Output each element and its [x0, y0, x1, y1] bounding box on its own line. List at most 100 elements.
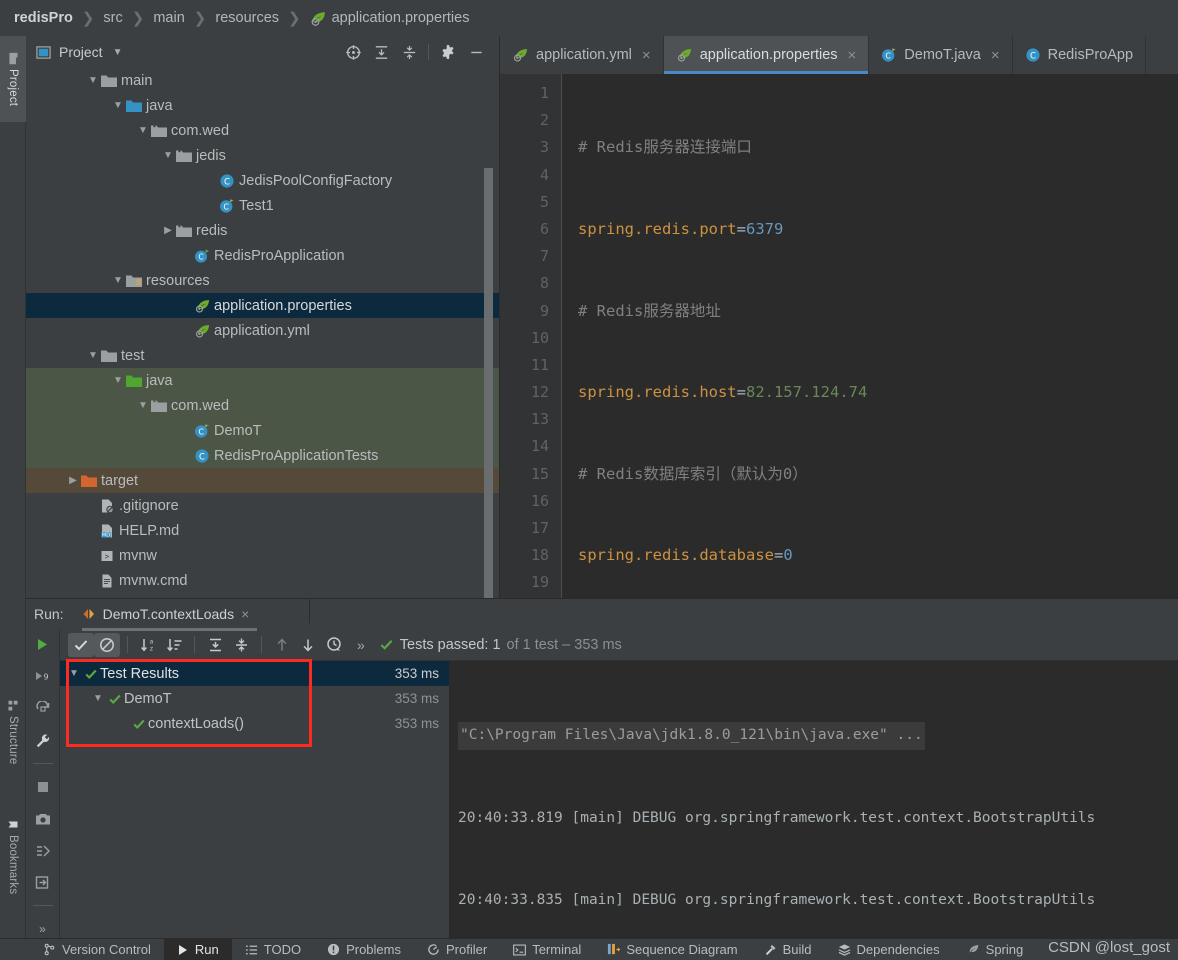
status-item-todo[interactable]: TODO — [232, 939, 314, 960]
hide-icon[interactable] — [467, 43, 485, 61]
tab-demot-java[interactable]: C DemoT.java × — [869, 36, 1013, 74]
tests-passed-status: Tests passed: 1 of 1 test – 353 ms — [379, 637, 622, 653]
status-item-spring[interactable]: Spring — [953, 939, 1037, 960]
console-output[interactable]: "C:\Program Files\Java\jdk1.8.0_121\bin\… — [450, 661, 1178, 938]
export-icon[interactable] — [33, 873, 53, 892]
chevron-down-icon[interactable]: ▼ — [66, 668, 82, 679]
tree-node-java-test[interactable]: ▼ java — [26, 368, 499, 393]
tree-label: com.wed — [171, 397, 230, 414]
chevron-down-icon[interactable]: ▼ — [113, 47, 123, 58]
project-tree-scrollbar[interactable] — [484, 168, 493, 598]
sort-by-duration-icon[interactable] — [161, 633, 187, 657]
prev-failed-icon[interactable] — [269, 633, 295, 657]
breadcrumb-item-file[interactable]: application.properties — [332, 10, 470, 26]
chevron-right-icon[interactable]: ▶ — [161, 225, 175, 236]
status-item-sequence-diagram[interactable]: Sequence Diagram — [594, 939, 750, 960]
sort-alphabetically-icon[interactable]: az — [135, 633, 161, 657]
camera-icon[interactable] — [33, 809, 53, 828]
tree-node-mvnw[interactable]: ▶ > mvnw — [26, 543, 499, 568]
expand-all-icon[interactable] — [372, 43, 390, 61]
tab-application-properties[interactable]: application.properties × — [663, 36, 870, 74]
rerun-icon[interactable] — [33, 635, 53, 654]
tree-node-package-comwed[interactable]: ▼ com.wed — [26, 118, 499, 143]
close-all-icon[interactable] — [33, 841, 53, 860]
breadcrumb-item-main[interactable]: main — [153, 10, 184, 26]
more-icon[interactable]: » — [33, 919, 53, 938]
tree-node-class-redisproapplicationtests[interactable]: ▶ C RedisProApplicationTests — [26, 443, 499, 468]
next-failed-icon[interactable] — [295, 633, 321, 657]
status-item-profiler[interactable]: Profiler — [414, 939, 500, 960]
status-item-dependencies[interactable]: Dependencies — [825, 939, 953, 960]
tree-node-package-jedis[interactable]: ▼ jedis — [26, 143, 499, 168]
tree-node-target[interactable]: ▶ target — [26, 468, 499, 493]
test-node-contextloads[interactable]: ▼ contextLoads() 353 ms — [60, 711, 449, 736]
restart-icon[interactable] — [33, 699, 53, 718]
tree-label: test — [121, 347, 145, 364]
close-icon[interactable]: × — [991, 47, 1000, 64]
tab-application-yml[interactable]: application.yml × — [500, 36, 664, 74]
tree-node-class-test1[interactable]: ▶ C Test1 — [26, 193, 499, 218]
tree-node-java-main[interactable]: ▼ java — [26, 93, 499, 118]
project-tree[interactable]: ▼ main ▼ java ▼ com.wed ▼ jedis C JedisP… — [26, 68, 499, 598]
tree-node-package-redis[interactable]: ▶ redis — [26, 218, 499, 243]
stop-icon[interactable] — [33, 777, 53, 796]
show-passed-icon[interactable] — [68, 632, 94, 657]
status-item-version-control[interactable]: Version Control — [30, 939, 164, 960]
tree-node-package-comwed-test[interactable]: ▼ com.wed — [26, 393, 499, 418]
chevron-down-icon[interactable]: ▼ — [86, 75, 100, 86]
chevron-down-icon[interactable]: ▼ — [90, 693, 106, 704]
code-editor[interactable]: 1 2 3 4 5 6 7 8 9 10 11 12 13 14 15 16 1… — [500, 74, 1178, 598]
more-icon[interactable]: » — [347, 637, 375, 653]
rerun-failed-tests-icon[interactable]: 9 — [33, 667, 53, 686]
test-history-icon[interactable] — [321, 633, 347, 657]
close-icon[interactable]: × — [848, 47, 857, 64]
breadcrumb-item-project[interactable]: redisPro — [14, 10, 73, 26]
tree-node-resources[interactable]: ▼ resources — [26, 268, 499, 293]
tree-node-mvnw-cmd[interactable]: ▶ mvnw.cmd — [26, 568, 499, 593]
tree-node-application-properties[interactable]: ▶ application.properties — [26, 293, 499, 318]
tree-node-help-md[interactable]: ▶ MD HELP.md — [26, 518, 499, 543]
tree-node-test[interactable]: ▼ test — [26, 343, 499, 368]
check-icon — [82, 667, 100, 681]
line-number: 14 — [530, 437, 549, 456]
chevron-right-icon[interactable]: ▶ — [66, 475, 80, 486]
test-node-test-results[interactable]: ▼ Test Results 353 ms — [60, 661, 449, 686]
sidebar-item-project[interactable]: Project — [0, 36, 26, 122]
tree-node-class-redisproapplication[interactable]: ▶ C RedisProApplication — [26, 243, 499, 268]
sidebar-item-bookmarks[interactable]: Bookmarks — [0, 804, 26, 908]
collapse-all-icon[interactable] — [400, 43, 418, 61]
breadcrumb-item-src[interactable]: src — [103, 10, 122, 26]
code-content[interactable]: # Redis服务器连接端口 spring.redis.port=6379 # … — [562, 74, 1178, 598]
close-icon[interactable]: × — [642, 47, 651, 64]
test-results-tree[interactable]: ▼ Test Results 353 ms ▼ DemoT 353 ms con… — [60, 661, 450, 938]
collapse-all-icon[interactable] — [228, 633, 254, 657]
status-item-build[interactable]: Build — [751, 939, 825, 960]
close-icon[interactable]: × — [241, 606, 249, 622]
tree-node-class-jedispoolconfigfactory[interactable]: ▶ C JedisPoolConfigFactory — [26, 168, 499, 193]
sidebar-item-structure[interactable]: Structure — [0, 686, 26, 778]
gear-icon[interactable] — [439, 43, 457, 61]
breadcrumb-item-resources[interactable]: resources — [215, 10, 279, 26]
chevron-down-icon[interactable]: ▼ — [161, 150, 175, 161]
expand-all-icon[interactable] — [202, 633, 228, 657]
settings-wrench-icon[interactable] — [33, 731, 53, 750]
chevron-down-icon[interactable]: ▼ — [136, 400, 150, 411]
tree-node-main[interactable]: ▼ main — [26, 68, 499, 93]
tab-redisproapp[interactable]: C RedisProApp — [1013, 36, 1147, 74]
status-item-terminal[interactable]: Terminal — [500, 939, 594, 960]
status-item-run[interactable]: Run — [163, 938, 232, 960]
chevron-down-icon[interactable]: ▼ — [86, 350, 100, 361]
tree-node-gitignore[interactable]: ▶ .gitignore — [26, 493, 499, 518]
test-node-demot[interactable]: ▼ DemoT 353 ms — [60, 686, 449, 711]
tree-node-application-yml[interactable]: ▶ application.yml — [26, 318, 499, 343]
chevron-down-icon[interactable]: ▼ — [111, 100, 125, 111]
chevron-down-icon[interactable]: ▼ — [136, 125, 150, 136]
scroll-from-source-icon[interactable] — [344, 43, 362, 61]
chevron-down-icon[interactable]: ▼ — [111, 275, 125, 286]
run-configuration-tab[interactable]: DemoT.contextLoads × — [78, 603, 258, 631]
editor-area: application.yml × application.properties… — [500, 36, 1178, 598]
tree-node-class-demot[interactable]: ▶ C DemoT — [26, 418, 499, 443]
chevron-down-icon[interactable]: ▼ — [111, 375, 125, 386]
status-item-problems[interactable]: Problems — [314, 939, 414, 960]
show-ignored-icon[interactable] — [94, 632, 120, 657]
